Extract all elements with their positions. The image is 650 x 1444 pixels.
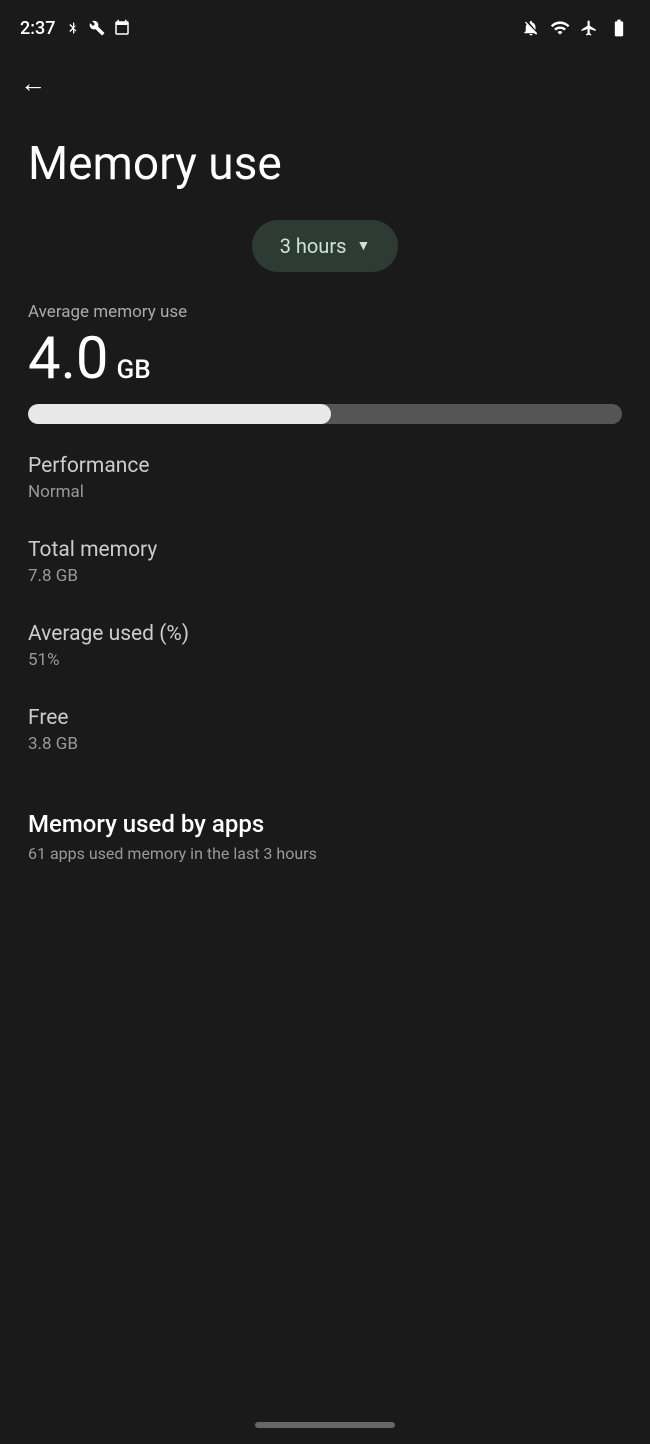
time-selector-dropdown[interactable]: 3 hours ▼ <box>252 220 399 272</box>
performance-item: Performance Normal <box>28 454 622 502</box>
status-right <box>522 18 630 38</box>
average-used-item: Average used (%) 51% <box>28 622 622 670</box>
page-title: Memory use <box>0 109 650 210</box>
free-memory-label: Free <box>28 706 622 730</box>
total-memory-item: Total memory 7.8 GB <box>28 538 622 586</box>
time-selector-label: 3 hours <box>280 234 347 258</box>
total-memory-value: 7.8 GB <box>28 566 622 586</box>
performance-value: Normal <box>28 482 622 502</box>
total-memory-label: Total memory <box>28 538 622 562</box>
bell-off-icon <box>522 18 540 38</box>
memory-apps-section: Memory used by apps 61 apps used memory … <box>0 790 650 893</box>
average-used-value: 51% <box>28 650 622 670</box>
memory-progress-bar <box>28 404 622 424</box>
memory-apps-title: Memory used by apps <box>28 810 622 838</box>
battery-icon <box>608 18 630 38</box>
memory-apps-subtitle: 61 apps used memory in the last 3 hours <box>28 844 622 863</box>
free-memory-item: Free 3.8 GB <box>28 706 622 754</box>
status-time: 2:37 <box>20 18 55 39</box>
average-used-label: Average used (%) <box>28 622 622 646</box>
status-icons-left <box>65 18 131 38</box>
bluetooth-icon <box>65 18 81 38</box>
free-memory-value: 3.8 GB <box>28 734 622 754</box>
bottom-nav-bar <box>255 1422 395 1428</box>
airplane-icon <box>580 18 598 38</box>
memory-value-display: 4.0 GB <box>28 330 622 388</box>
average-memory-label: Average memory use <box>28 302 622 322</box>
memory-number: 4.0 <box>28 330 109 388</box>
stats-section: Average memory use 4.0 GB Performance No… <box>0 302 650 754</box>
calendar-icon <box>113 18 131 38</box>
wifi-icon <box>550 18 570 38</box>
time-selector-area: 3 hours ▼ <box>0 210 650 302</box>
wrench-icon <box>89 18 105 38</box>
back-button-area[interactable]: ← <box>0 52 650 109</box>
status-bar: 2:37 <box>0 0 650 52</box>
chevron-down-icon: ▼ <box>356 237 370 254</box>
memory-unit: GB <box>117 355 151 385</box>
progress-bar-fill <box>28 404 331 424</box>
performance-label: Performance <box>28 454 622 478</box>
status-left: 2:37 <box>20 18 131 39</box>
back-arrow[interactable]: ← <box>20 69 46 99</box>
